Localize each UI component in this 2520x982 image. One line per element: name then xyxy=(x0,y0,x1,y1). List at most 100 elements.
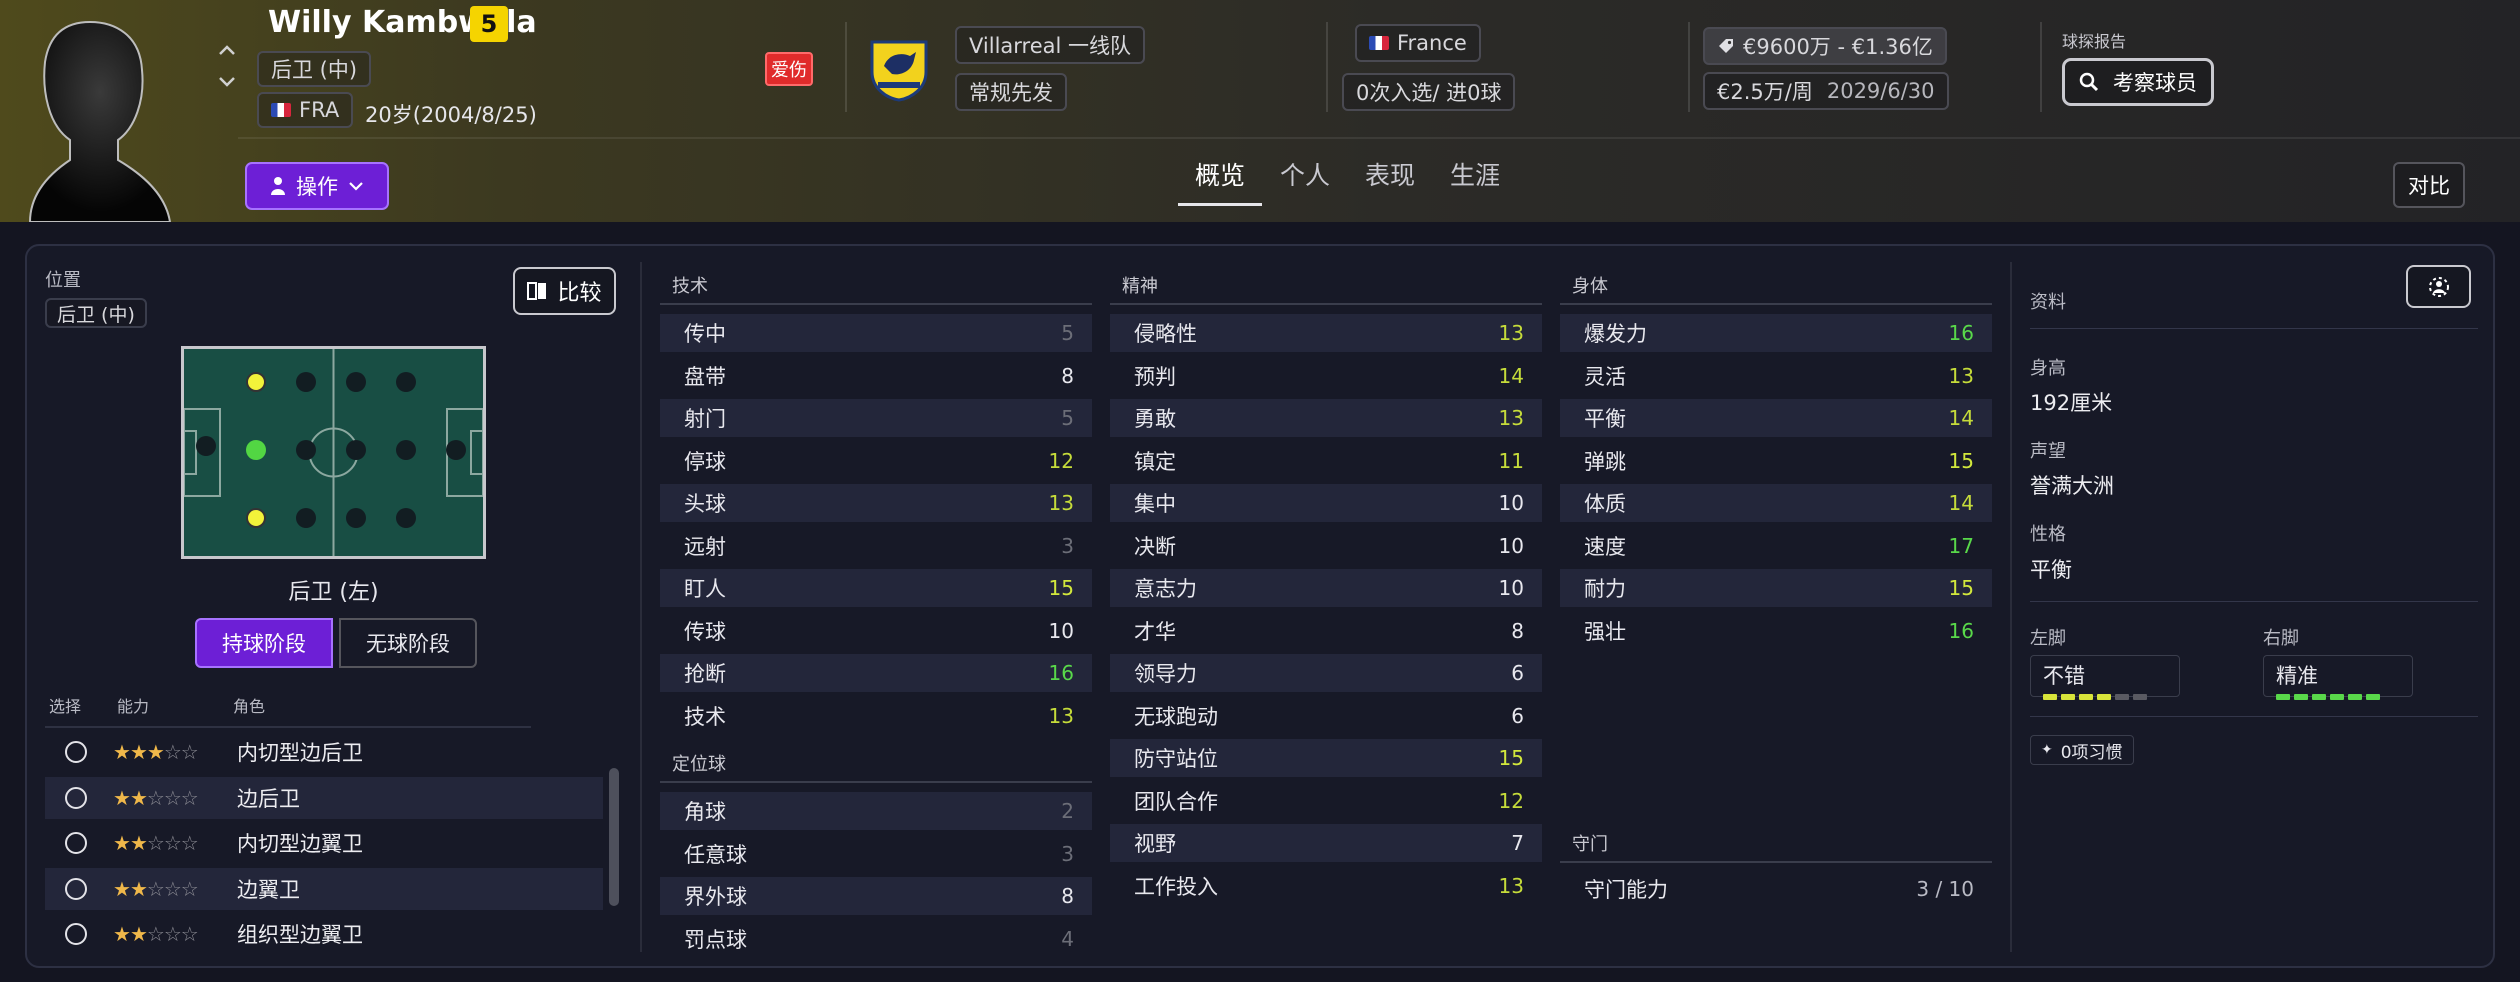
technical-attr-name: 射门 xyxy=(684,407,726,431)
mental-attr-row[interactable]: 勇敢 13 xyxy=(1110,399,1542,437)
technical-attr-row[interactable]: 技术 13 xyxy=(660,697,1092,735)
technical-attr-row[interactable]: 抢断 16 xyxy=(660,654,1092,692)
pitch-position-mc[interactable] xyxy=(346,440,366,460)
phase-out-possession-button[interactable]: 无球阶段 xyxy=(339,618,477,668)
role-rating-stars: ★★☆☆☆ xyxy=(113,922,199,946)
mental-attr-row[interactable]: 意志力 10 xyxy=(1110,569,1542,607)
sparkle-icon: ✦ xyxy=(2041,742,2053,758)
setpiece-attr-row[interactable]: 任意球 3 xyxy=(660,835,1092,873)
technical-attr-row[interactable]: 远射 3 xyxy=(660,527,1092,565)
mental-attr-name: 团队合作 xyxy=(1134,789,1218,814)
technical-attr-row[interactable]: 传球 10 xyxy=(660,612,1092,650)
pitch-position-wbr[interactable] xyxy=(296,508,316,528)
compare-players-button[interactable]: 对比 xyxy=(2393,162,2465,208)
header-separator xyxy=(1688,22,1690,112)
pitch-position-wbl[interactable] xyxy=(296,372,316,392)
technical-attr-row[interactable]: 传中 5 xyxy=(660,314,1092,352)
tab-overview[interactable]: 概览 xyxy=(1195,156,1245,192)
technical-attr-row[interactable]: 盘带 8 xyxy=(660,357,1092,395)
physical-attr-row[interactable]: 平衡 14 xyxy=(1560,399,1992,437)
chevron-up-down-icon[interactable] xyxy=(214,40,240,92)
pitch-position-amr[interactable] xyxy=(396,508,416,528)
role-row[interactable]: ★★☆☆☆ 组织型边翼卫 xyxy=(45,913,603,955)
setpiece-attr-name: 界外球 xyxy=(684,885,747,909)
role-row[interactable]: ★★☆☆☆ 内切型边翼卫 xyxy=(45,822,603,864)
role-radio[interactable] xyxy=(65,741,87,763)
col-role: 角色 xyxy=(233,697,266,716)
foot-strength-segment xyxy=(2276,694,2290,700)
physical-attr-row[interactable]: 耐力 15 xyxy=(1560,569,1992,607)
phase-in-possession-button[interactable]: 持球阶段 xyxy=(195,618,333,668)
mental-attr-row[interactable]: 视野 7 xyxy=(1110,824,1542,862)
mental-attr-row[interactable]: 集中 10 xyxy=(1110,484,1542,522)
technical-attr-row[interactable]: 停球 12 xyxy=(660,442,1092,480)
setpiece-attr-row[interactable]: 界外球 8 xyxy=(660,877,1092,915)
physical-attr-name: 速度 xyxy=(1584,534,1626,559)
role-row[interactable]: ★★☆☆☆ 边翼卫 xyxy=(45,867,603,910)
pitch-position-dc[interactable] xyxy=(246,440,266,460)
country-chip[interactable]: France xyxy=(1355,24,1481,62)
role-radio[interactable] xyxy=(65,877,87,900)
technical-attr-name: 抢断 xyxy=(684,662,726,686)
mental-attr-row[interactable]: 团队合作 12 xyxy=(1110,782,1542,820)
villarreal-crest-icon[interactable] xyxy=(866,36,932,102)
mental-attr-row[interactable]: 决断 10 xyxy=(1110,527,1542,565)
pitch-position-dm[interactable] xyxy=(296,440,316,460)
role-radio[interactable] xyxy=(65,923,87,945)
physical-attr-row[interactable]: 爆发力 16 xyxy=(1560,314,1992,352)
physical-attr-row[interactable]: 弹跳 15 xyxy=(1560,442,1992,480)
pitch-position-mr[interactable] xyxy=(346,508,366,528)
height-label: 身高 xyxy=(2030,358,2066,379)
mental-attr-name: 集中 xyxy=(1134,492,1176,516)
mental-attr-row[interactable]: 侵略性 13 xyxy=(1110,314,1542,352)
mental-attr-row[interactable]: 预判 14 xyxy=(1110,357,1542,395)
pitch-caption: 后卫 (左) xyxy=(288,580,379,605)
role-row[interactable]: ★★☆☆☆ 边后卫 xyxy=(45,776,603,819)
mental-attr-row[interactable]: 无球跑动 6 xyxy=(1110,697,1542,735)
tab-personal[interactable]: 个人 xyxy=(1280,156,1330,192)
tab-performance[interactable]: 表现 xyxy=(1365,156,1415,192)
physical-attr-row[interactable]: 速度 17 xyxy=(1560,527,1992,565)
setpiece-attr-row[interactable]: 罚点球 4 xyxy=(660,920,1092,958)
pitch-position-st[interactable] xyxy=(446,440,466,460)
role-list-scrollbar[interactable] xyxy=(609,768,619,906)
mental-attr-value: 11 xyxy=(1498,448,1524,473)
mental-attr-row[interactable]: 镇定 11 xyxy=(1110,442,1542,480)
physical-attr-row[interactable]: 灵活 13 xyxy=(1560,357,1992,395)
pitch-position-ml[interactable] xyxy=(346,372,366,392)
role-radio[interactable] xyxy=(65,832,87,854)
pitch-position-amc[interactable] xyxy=(396,440,416,460)
role-radio[interactable] xyxy=(65,786,87,809)
info-settings-button[interactable] xyxy=(2406,265,2471,308)
scout-player-button[interactable]: 考察球员 xyxy=(2062,58,2214,106)
action-button[interactable]: 操作 xyxy=(245,162,389,210)
physical-attr-value: 16 xyxy=(1948,618,1974,643)
physical-attr-row[interactable]: 强壮 16 xyxy=(1560,612,1992,650)
technical-attr-row[interactable]: 盯人 15 xyxy=(660,569,1092,607)
setpiece-attr-name: 角球 xyxy=(684,800,726,824)
injury-badge[interactable]: 爱伤 xyxy=(765,52,813,86)
setpiece-attr-row[interactable]: 角球 2 xyxy=(660,792,1092,830)
active-tab-indicator xyxy=(1178,203,1262,206)
price-tag-icon xyxy=(1719,39,1733,53)
mental-attr-row[interactable]: 防守站位 15 xyxy=(1110,739,1542,777)
technical-attr-row[interactable]: 头球 13 xyxy=(660,484,1092,522)
info-divider xyxy=(2030,328,2478,329)
personality-label: 性格 xyxy=(2030,524,2066,545)
pitch-position-dr[interactable] xyxy=(246,508,266,528)
mental-attr-row[interactable]: 才华 8 xyxy=(1110,612,1542,650)
foot-strength-segment xyxy=(2061,694,2075,700)
habits-chip[interactable]: ✦ 0项习惯 xyxy=(2030,735,2134,765)
mental-attr-value: 13 xyxy=(1498,321,1524,345)
mental-attr-row[interactable]: 工作投入 13 xyxy=(1110,867,1542,905)
pitch-position-dl[interactable] xyxy=(246,372,266,392)
club-team-chip[interactable]: Villarreal 一线队 xyxy=(955,26,1146,64)
physical-attr-row[interactable]: 体质 14 xyxy=(1560,484,1992,522)
role-row[interactable]: ★★★☆☆ 内切型边后卫 xyxy=(45,731,603,773)
compare-button[interactable]: 比较 xyxy=(513,267,616,315)
mental-attr-row[interactable]: 领导力 6 xyxy=(1110,654,1542,692)
technical-attr-row[interactable]: 射门 5 xyxy=(660,399,1092,437)
nationality-chip: FRA xyxy=(257,92,354,128)
pitch-position-aml[interactable] xyxy=(396,372,416,392)
tab-career[interactable]: 生涯 xyxy=(1450,156,1500,192)
